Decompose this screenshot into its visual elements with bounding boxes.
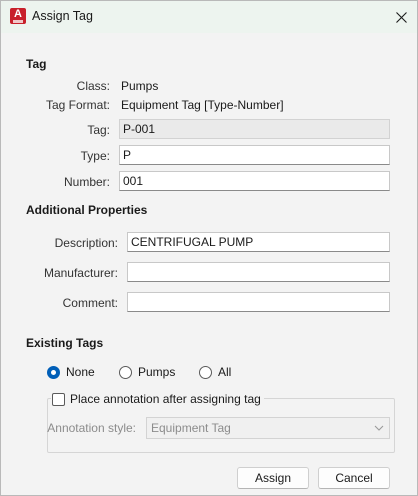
radio-indicator-selected bbox=[47, 365, 60, 379]
checkbox-box bbox=[52, 392, 65, 406]
tag-field: P-001 bbox=[119, 119, 390, 139]
radio-indicator bbox=[199, 365, 212, 379]
tag-format-label: Tag Format: bbox=[45, 98, 110, 112]
tag-section-title: Tag bbox=[26, 57, 47, 71]
title-bar: A Assign Tag bbox=[1, 1, 417, 33]
place-annotation-label: Place annotation after assigning tag bbox=[70, 392, 261, 406]
radio-pumps-label: Pumps bbox=[138, 365, 176, 379]
class-value: Pumps bbox=[121, 79, 159, 93]
radio-all[interactable]: All bbox=[199, 365, 231, 379]
radio-pumps[interactable]: Pumps bbox=[119, 365, 175, 379]
manufacturer-field[interactable] bbox=[127, 262, 390, 282]
app-icon-bar bbox=[13, 20, 23, 23]
window-title: Assign Tag bbox=[32, 9, 93, 23]
radio-none[interactable]: None bbox=[47, 365, 95, 379]
annotation-style-label: Annotation style: bbox=[47, 421, 136, 435]
chevron-down-icon bbox=[374, 425, 384, 431]
annotation-style-combo[interactable]: Equipment Tag bbox=[146, 417, 390, 439]
comment-field[interactable] bbox=[127, 292, 390, 312]
additional-properties-title: Additional Properties bbox=[26, 203, 148, 217]
close-icon bbox=[395, 11, 407, 23]
close-button[interactable] bbox=[385, 1, 417, 33]
assign-tag-dialog: A Assign Tag Tag Class: Pumps Tag Format… bbox=[0, 0, 418, 496]
description-field[interactable]: CENTRIFUGAL PUMP bbox=[127, 232, 390, 252]
comment-label: Comment: bbox=[62, 296, 118, 310]
manufacturer-label: Manufacturer: bbox=[43, 266, 118, 280]
place-annotation-checkbox[interactable]: Place annotation after assigning tag bbox=[51, 392, 264, 406]
class-label: Class: bbox=[76, 79, 110, 93]
radio-none-label: None bbox=[66, 365, 95, 379]
tag-label: Tag: bbox=[87, 123, 110, 137]
app-icon: A bbox=[10, 8, 26, 24]
app-icon-letter: A bbox=[14, 8, 22, 20]
tag-format-value: Equipment Tag [Type-Number] bbox=[121, 98, 284, 112]
cancel-button[interactable]: Cancel bbox=[318, 467, 390, 489]
type-field[interactable]: P bbox=[119, 145, 390, 165]
type-label: Type: bbox=[80, 149, 110, 163]
radio-indicator bbox=[119, 365, 132, 379]
radio-all-label: All bbox=[218, 365, 232, 379]
existing-tags-title: Existing Tags bbox=[26, 336, 104, 350]
assign-button[interactable]: Assign bbox=[237, 467, 309, 489]
annotation-style-value: Equipment Tag bbox=[151, 421, 231, 435]
description-label: Description: bbox=[54, 236, 118, 250]
number-field[interactable]: 001 bbox=[119, 171, 390, 191]
number-label: Number: bbox=[63, 175, 110, 189]
